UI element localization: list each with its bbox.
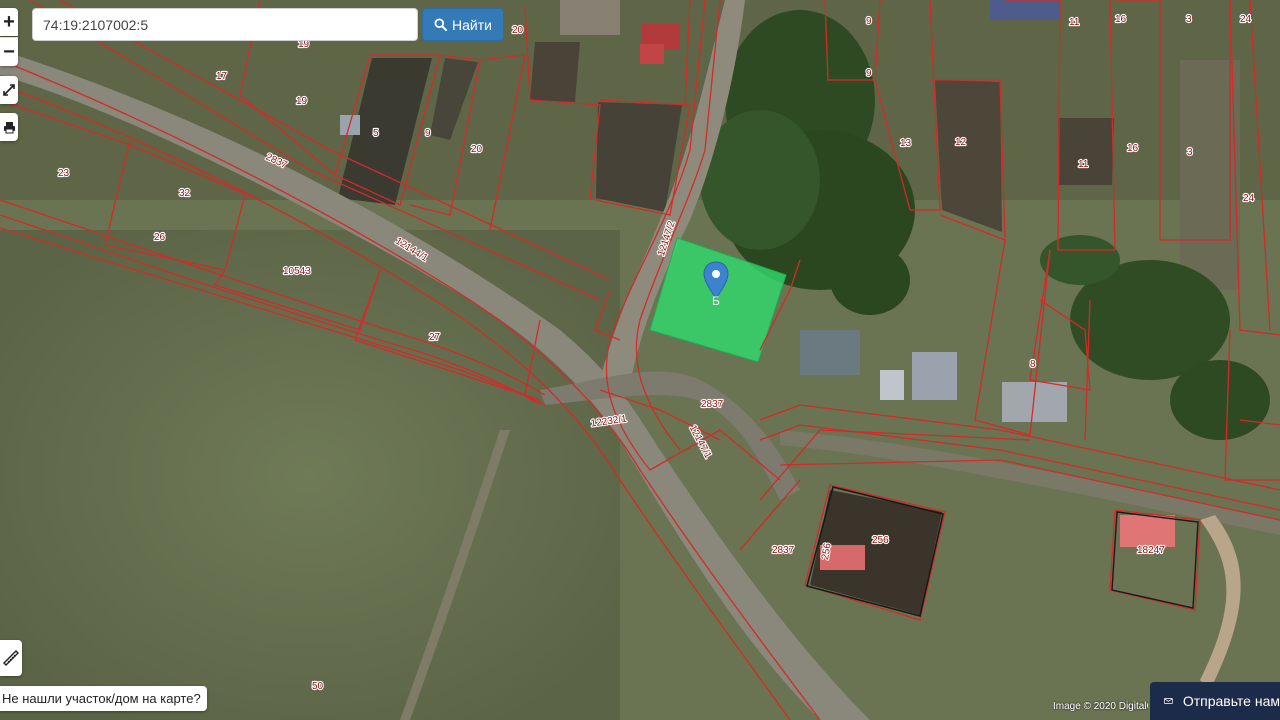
parcel-label: 16 bbox=[1115, 14, 1127, 25]
feedback-label: Отправьте нам bbox=[1182, 693, 1280, 709]
parcel-label: 13 bbox=[900, 138, 912, 149]
print-icon bbox=[3, 121, 15, 133]
zoom-out-label: − bbox=[3, 40, 15, 63]
parcel-label: 2837 bbox=[772, 545, 795, 556]
parcel-label: 23 bbox=[58, 168, 70, 179]
help-link-label: Не нашли участок/дом на карте? bbox=[2, 691, 201, 706]
parcel-label: 26 bbox=[154, 232, 166, 243]
search-button[interactable]: Найти bbox=[422, 8, 504, 41]
search-icon bbox=[434, 18, 448, 31]
parcel-label: 11 bbox=[1078, 159, 1089, 170]
parcel-label: 8 bbox=[1030, 359, 1036, 370]
parcel-label: 50 bbox=[312, 681, 324, 692]
search-button-label: Найти bbox=[452, 16, 492, 33]
satellite-map[interactable]: 20 17 19 19 5 9 20 13 9 9 12 11 16 3 24 … bbox=[0, 0, 1280, 720]
parcel-label: 9 bbox=[866, 16, 872, 27]
parcel-label: 3 bbox=[1187, 147, 1193, 158]
feedback-button[interactable]: Отправьте нам bbox=[1150, 682, 1280, 720]
parcel-label: 256 bbox=[872, 535, 889, 546]
marker-label: Б bbox=[712, 294, 720, 308]
envelope-icon bbox=[1164, 697, 1173, 705]
parcel-label: 9 bbox=[866, 68, 872, 79]
parcel-label: 18247 bbox=[1137, 545, 1165, 556]
ruler-icon bbox=[3, 650, 19, 666]
zoom-out-button[interactable]: − bbox=[0, 37, 18, 66]
expand-icon bbox=[3, 84, 15, 96]
parcel-label: 27 bbox=[429, 332, 441, 343]
parcel-label: 32 bbox=[179, 188, 191, 199]
parcel-label: 24 bbox=[1240, 14, 1252, 25]
parcel-label: 3 bbox=[1186, 14, 1192, 25]
zoom-in-button[interactable]: + bbox=[0, 8, 18, 36]
zoom-in-label: + bbox=[3, 10, 15, 33]
imagery-attribution: Image © 2020 DigitalGlobe bbox=[1053, 701, 1148, 712]
print-button[interactable] bbox=[0, 113, 18, 141]
parcel-label: 20 bbox=[512, 25, 524, 36]
parcel-label: 17 bbox=[216, 71, 228, 82]
fullscreen-button[interactable] bbox=[0, 76, 18, 104]
parcel-label: 2837 bbox=[701, 399, 724, 410]
parcel-label: 16 bbox=[1127, 143, 1139, 154]
parcel-label: 9 bbox=[425, 128, 431, 139]
parcel-label: 19 bbox=[296, 96, 308, 107]
parcel-label: 11 bbox=[1069, 17, 1080, 28]
parcel-label: 24 bbox=[1243, 193, 1255, 204]
parcel-label: 5 bbox=[373, 128, 379, 139]
ruler-button[interactable] bbox=[0, 640, 22, 676]
cadastral-search-input[interactable] bbox=[32, 8, 418, 41]
parcel-label: 20 bbox=[471, 144, 483, 155]
help-link[interactable]: Не нашли участок/дом на карте? bbox=[0, 686, 207, 711]
parcel-label: 12 bbox=[955, 137, 967, 148]
parcel-label: 10543 bbox=[283, 266, 311, 277]
